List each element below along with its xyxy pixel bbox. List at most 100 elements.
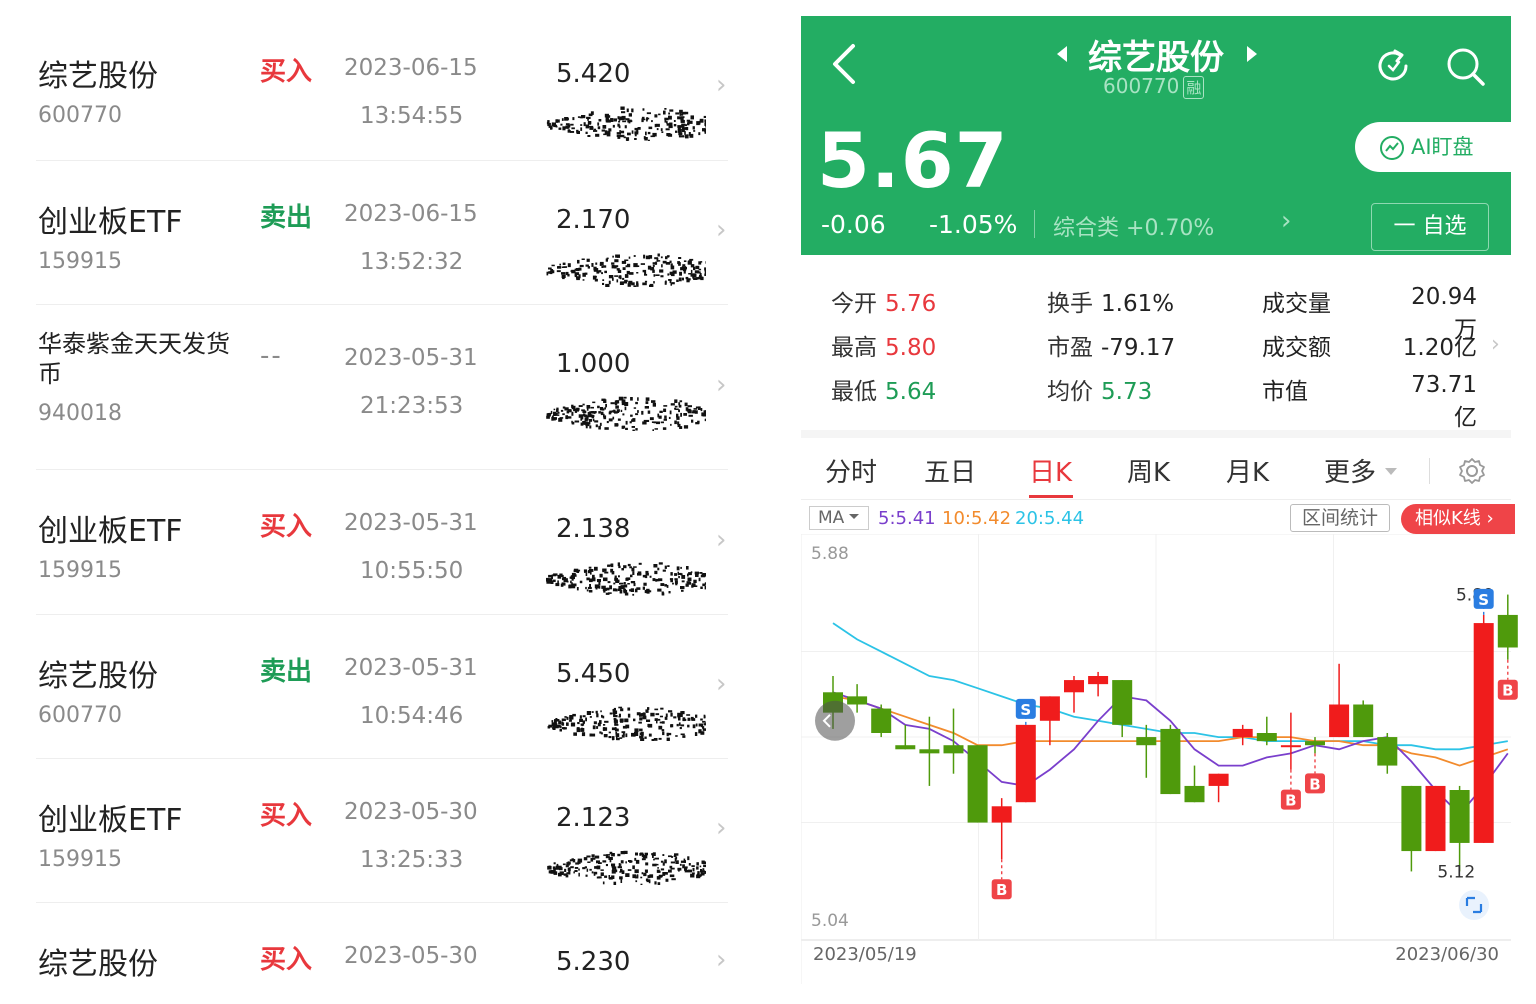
trade-row[interactable]: 综艺股份 买入 2023-05-30 5.230 › [36, 902, 728, 1004]
kline-chart[interactable]: 5.885.042023/05/192023/06/305.805.12SBBB… [801, 534, 1536, 984]
trade-date: 2023-06-15 [344, 201, 478, 227]
stock-code-line: 600770 融 [1103, 74, 1205, 99]
x-end-label: 2023/06/30 [1395, 944, 1499, 965]
candle-body [943, 745, 964, 754]
active-tab-indicator [1029, 495, 1073, 498]
tab-more[interactable]: 更多 [1324, 452, 1376, 489]
stock-title: 综艺股份 [1051, 30, 1261, 79]
trade-row[interactable]: 综艺股份 600770 买入 2023-06-15 13:54:55 5.420 › [36, 15, 728, 160]
chevron-right-icon[interactable]: › [1491, 332, 1500, 357]
trade-action: 卖出 [260, 657, 313, 687]
candle-body [1425, 785, 1446, 852]
search-icon[interactable] [1445, 46, 1487, 92]
stock-code: 600770 [38, 103, 122, 128]
stock-name: 综艺股份 [38, 59, 158, 94]
trade-date: 2023-05-30 [344, 943, 478, 969]
tabs-divider [1429, 458, 1430, 484]
candle-body [1064, 680, 1084, 693]
y-max-label: 5.88 [811, 544, 849, 564]
stock-code: 159915 [38, 558, 122, 583]
stock-code: 600770 [1103, 74, 1180, 98]
chevron-right-icon[interactable]: › [1281, 206, 1291, 236]
marker-label: B [1285, 792, 1296, 810]
trade-action: 买入 [260, 945, 313, 975]
redacted-amount [547, 850, 706, 885]
caret-down-icon [1385, 468, 1397, 475]
chevron-right-icon[interactable]: › [716, 525, 726, 555]
stock-header: 综艺股份 600770 融 5.67 -0.06 -1.05% 综合类 +0.70… [801, 16, 1525, 255]
trade-price: 5.450 [556, 659, 631, 689]
stock-name: 综艺股份 [1088, 38, 1224, 78]
redacted-amount [546, 253, 706, 287]
trade-time: 10:55:50 [360, 558, 464, 584]
stat-high: 最高 5.80 [831, 335, 937, 361]
refresh-icon[interactable] [1373, 46, 1413, 90]
kline-svg[interactable]: 5.885.042023/05/192023/06/305.805.12SBBB… [801, 534, 1536, 984]
gear-icon[interactable] [1457, 456, 1487, 490]
header-divider [1034, 210, 1035, 238]
stat-turnover: 换手 1.61% [1047, 291, 1175, 317]
sector-info[interactable]: 综合类 +0.70% [1053, 210, 1214, 242]
tab-weekly-k[interactable]: 周K [1127, 452, 1170, 489]
trade-row[interactable]: 创业板ETF 159915 买入 2023-05-30 13:25:33 2.123 › [36, 758, 728, 902]
trade-action: 买入 [260, 57, 313, 87]
marker-label: S [1020, 701, 1031, 719]
candle-body [919, 749, 940, 754]
tab-intraday[interactable]: 分时 [825, 452, 877, 489]
stock-name: 综艺股份 [38, 659, 158, 694]
candle-body [1039, 696, 1060, 721]
trade-row[interactable]: 创业板ETF 159915 卖出 2023-06-15 13:52:32 2.170 › [36, 160, 728, 304]
ma-select[interactable]: MA [809, 506, 869, 530]
candle-body [1232, 728, 1253, 738]
candle-body [1280, 745, 1301, 748]
stock-code: 600770 [38, 703, 122, 728]
ma5-value: 5:5.41 [878, 508, 936, 529]
chevron-right-icon[interactable]: › [716, 813, 726, 843]
chevron-right-icon[interactable]: › [716, 215, 726, 245]
margin-badge: 融 [1183, 76, 1205, 99]
chevron-right-icon[interactable]: › [716, 669, 726, 699]
chevron-right-icon[interactable]: › [716, 370, 726, 400]
candle-body [1449, 790, 1470, 843]
next-stock-icon[interactable] [1247, 46, 1257, 62]
chevron-right-icon[interactable]: › [716, 945, 726, 975]
tab-daily-k[interactable]: 日K [1029, 452, 1072, 489]
price-change-pct: -1.05% [929, 210, 1018, 239]
tab-five-day[interactable]: 五日 [924, 452, 976, 489]
trade-date: 2023-05-31 [344, 345, 478, 371]
min-price-label: 5.12 [1437, 862, 1475, 882]
marker-label: B [1502, 682, 1513, 700]
stock-name: 创业板ETF [38, 803, 183, 838]
candle-body [871, 708, 892, 733]
ai-watch-button[interactable]: AI盯盘 [1355, 122, 1525, 172]
trade-time: 13:54:55 [360, 103, 464, 129]
stock-code: 940018 [38, 401, 122, 426]
redacted-amount [546, 396, 706, 431]
ai-chart-icon [1380, 136, 1404, 160]
section-divider [801, 430, 1511, 438]
trade-row[interactable]: 创业板ETF 159915 买入 2023-05-31 10:55:50 2.138 › [36, 469, 728, 614]
caret-down-icon [849, 514, 859, 519]
quote-stats: 今开 5.76 最高 5.80 最低 5.64 换手 1.61% 市盈 -79.17 均价… [801, 268, 1511, 431]
similar-kline-button[interactable]: 相似K线 › [1401, 504, 1515, 534]
y-min-label: 5.04 [811, 911, 849, 931]
trade-date: 2023-05-31 [344, 655, 478, 681]
stat-amount: 1.20亿 [1402, 335, 1477, 361]
candle-body [895, 745, 916, 750]
tab-monthly-k[interactable]: 月K [1226, 452, 1269, 489]
stat-mktcap: 73.71亿 [1411, 372, 1477, 431]
trade-row[interactable]: 华泰紫金天天发货币 940018 -- 2023-05-31 21:23:53 1.000… [36, 304, 728, 469]
trade-price: 2.123 [556, 803, 631, 833]
current-price: 5.67 [817, 116, 1009, 205]
add-watchlist-button[interactable]: 一 自选 [1371, 203, 1489, 251]
trade-history-panel: 综艺股份 600770 买入 2023-06-15 13:54:55 5.420 › 创业板E… [0, 0, 760, 1004]
chevron-right-icon[interactable]: › [716, 70, 726, 100]
trade-price: 2.170 [556, 205, 631, 235]
range-stats-button[interactable]: 区间统计 [1290, 504, 1390, 532]
back-icon[interactable] [829, 42, 859, 90]
stock-detail-panel: 综艺股份 600770 融 5.67 -0.06 -1.05% 综合类 +0.70… [801, 0, 1536, 1004]
candle-body [1208, 773, 1229, 786]
fullscreen-button[interactable] [1459, 890, 1489, 920]
trade-row[interactable]: 综艺股份 600770 卖出 2023-05-31 10:54:46 5.450 › [36, 614, 728, 758]
marker-label: B [996, 881, 1007, 899]
